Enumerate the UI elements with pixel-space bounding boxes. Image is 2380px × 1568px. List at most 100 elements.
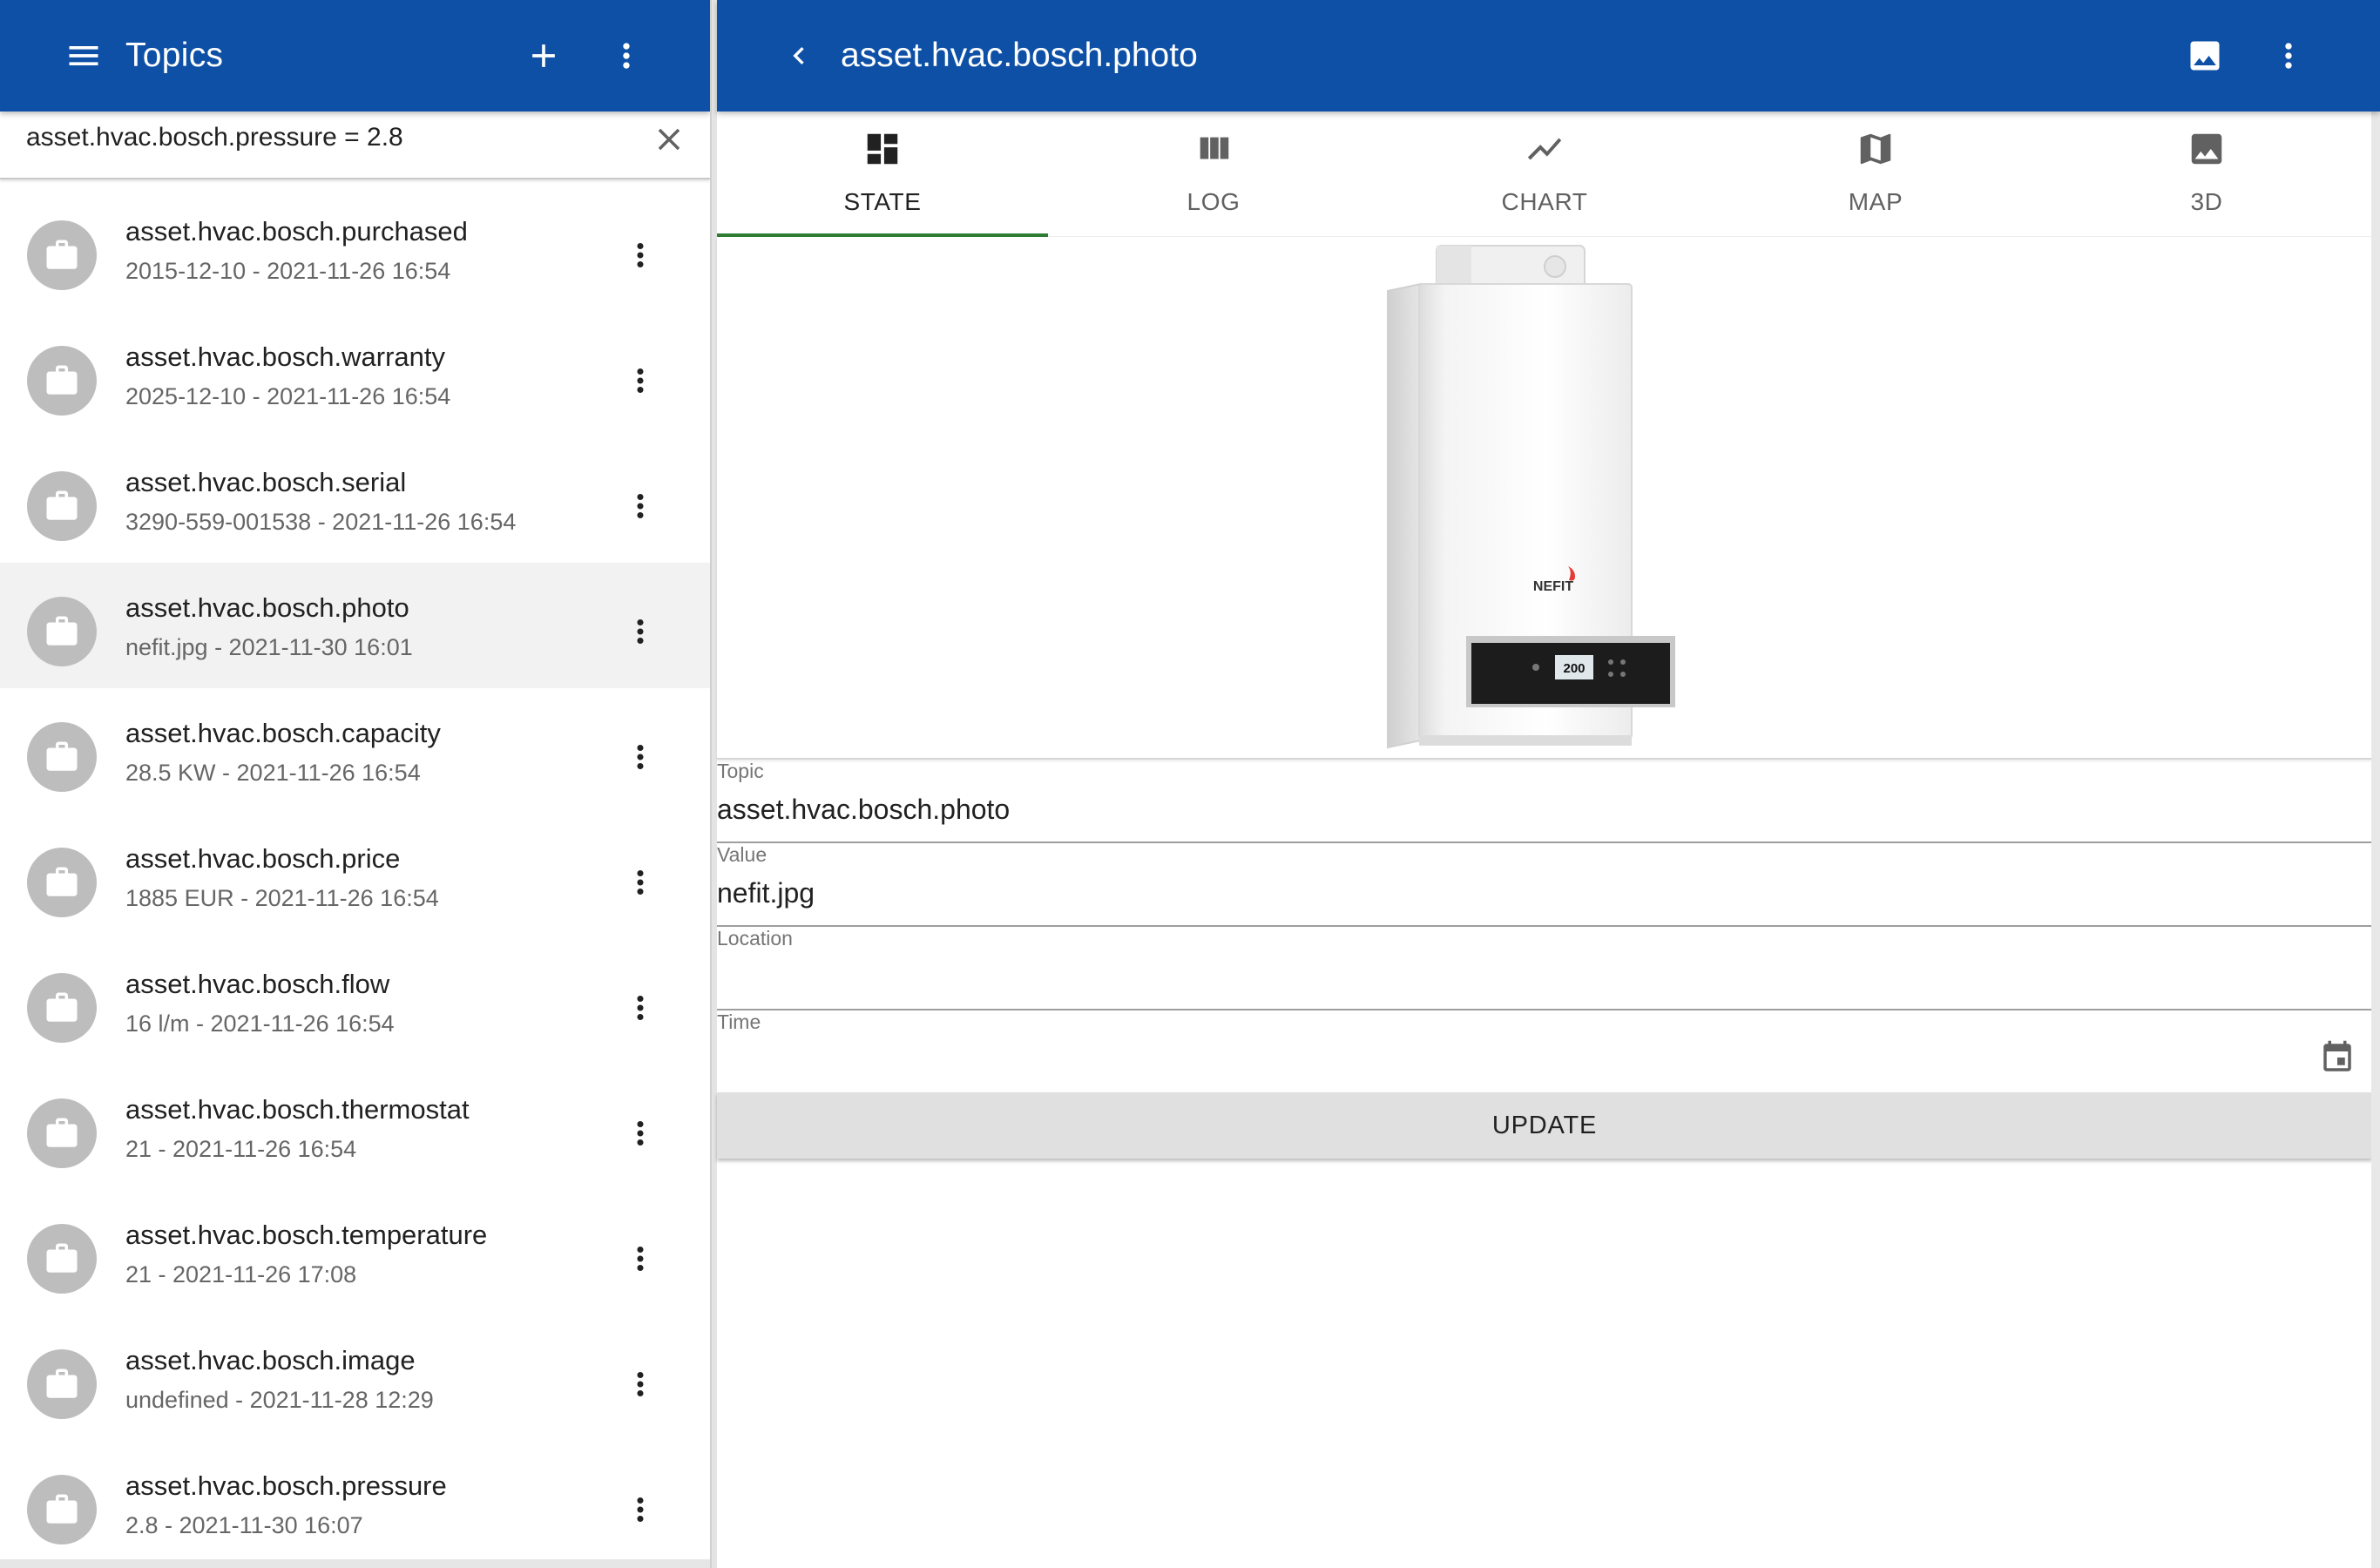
topic-name: asset.hvac.bosch.price xyxy=(125,843,401,874)
search-bar xyxy=(0,112,710,179)
topic-list-item[interactable]: asset.hvac.bosch.capacity 28.5 KW - 2021-… xyxy=(0,688,710,814)
topic-avatar xyxy=(27,220,97,290)
value-field: Value xyxy=(717,843,2372,927)
topic-avatar xyxy=(27,1224,97,1294)
update-button[interactable]: UPDATE xyxy=(717,1092,2372,1159)
show-chart-icon xyxy=(1527,138,1562,160)
detail-app-bar: asset.hvac.bosch.photo xyxy=(717,0,2380,112)
tab-3d-label: 3D xyxy=(2190,188,2223,215)
tab-chart-label: CHART xyxy=(1501,188,1588,215)
dashboard-icon xyxy=(867,133,898,165)
menu-icon xyxy=(69,46,98,65)
briefcase-icon xyxy=(46,1494,78,1524)
tab-map[interactable]: MAP xyxy=(1710,112,2041,237)
topic-more-button[interactable] xyxy=(610,1354,671,1415)
topic-more-button[interactable] xyxy=(610,977,671,1038)
tab-map-label: MAP xyxy=(1848,188,1903,215)
briefcase-icon xyxy=(46,240,78,269)
topic-more-button[interactable] xyxy=(610,852,671,913)
tab-log-label: LOG xyxy=(1187,188,1241,215)
topic-list-item[interactable]: asset.hvac.bosch.flow 16 l/m - 2021-11-26… xyxy=(0,939,710,1064)
topic-more-button[interactable] xyxy=(610,1103,671,1164)
image-icon xyxy=(2191,133,2222,165)
tab-3d[interactable]: 3D xyxy=(2041,112,2372,237)
topic-avatar xyxy=(27,597,97,666)
calendar-icon xyxy=(2323,1040,2351,1071)
topic-list-item[interactable]: asset.hvac.bosch.warranty 2025-12-10 - 20… xyxy=(0,312,710,437)
image-button[interactable] xyxy=(2174,24,2236,87)
more-vert-icon xyxy=(637,619,644,644)
more-vert-icon xyxy=(637,494,644,518)
calendar-button[interactable] xyxy=(2311,1031,2363,1084)
more-vert-icon xyxy=(637,1372,644,1396)
topic-field-label: Topic xyxy=(717,760,764,782)
topic-list-item[interactable]: asset.hvac.bosch.pressure 2.8 - 2021-11-3… xyxy=(0,1441,710,1566)
topic-more-button[interactable] xyxy=(610,1228,671,1289)
time-field: Time xyxy=(717,1010,2372,1094)
topic-name: asset.hvac.bosch.pressure xyxy=(125,1470,447,1501)
back-button[interactable] xyxy=(767,24,830,87)
topic-detail-pane: asset.hvac.bosch.photo STATE LOG CHART M… xyxy=(717,0,2380,1568)
topic-list-item[interactable]: asset.hvac.bosch.photo nefit.jpg - 2021-1… xyxy=(0,563,710,688)
briefcase-icon xyxy=(46,616,78,645)
topic-value-time: 21 - 2021-11-26 17:08 xyxy=(125,1261,357,1288)
topic-list-item[interactable]: asset.hvac.bosch.price 1885 EUR - 2021-11… xyxy=(0,814,710,939)
briefcase-icon xyxy=(46,1369,78,1398)
topic-list-item[interactable]: asset.hvac.bosch.image undefined - 2021-1… xyxy=(0,1315,710,1441)
topic-avatar xyxy=(27,973,97,1043)
topic-list-item[interactable]: asset.hvac.bosch.purchased 2015-12-10 - 2… xyxy=(0,186,710,312)
topic-value-time: 1885 EUR - 2021-11-26 16:54 xyxy=(125,885,439,911)
topic-list-item[interactable]: asset.hvac.bosch.thermostat 21 - 2021-11-… xyxy=(0,1064,710,1190)
briefcase-icon xyxy=(46,365,78,395)
close-icon xyxy=(658,128,680,151)
horizontal-scrollbar[interactable] xyxy=(0,1559,710,1568)
briefcase-icon xyxy=(46,741,78,771)
tab-log[interactable]: LOG xyxy=(1048,112,1379,237)
menu-button[interactable] xyxy=(52,24,115,87)
photo-card: NEFIT 200 xyxy=(717,237,2372,760)
topic-value-time: 21 - 2021-11-26 16:54 xyxy=(125,1136,357,1162)
briefcase-icon xyxy=(46,1118,78,1147)
topic-more-button[interactable] xyxy=(610,476,671,537)
pane-divider[interactable] xyxy=(710,0,717,1568)
topic-name: asset.hvac.bosch.flow xyxy=(125,969,390,999)
image-icon xyxy=(2190,41,2220,71)
topic-input[interactable] xyxy=(717,789,2198,829)
topic-more-button[interactable] xyxy=(610,225,671,286)
topic-avatar xyxy=(27,471,97,541)
topic-value-time: 2.8 - 2021-11-30 16:07 xyxy=(125,1512,363,1538)
value-input[interactable] xyxy=(717,873,2198,913)
clear-search-button[interactable] xyxy=(643,117,695,162)
more-vert-icon xyxy=(637,1121,644,1146)
topic-list: asset.hvac.bosch.purchased 2015-12-10 - 2… xyxy=(0,186,710,1566)
briefcase-icon xyxy=(46,490,78,520)
topic-name: asset.hvac.bosch.purchased xyxy=(125,216,468,247)
detail-more-button[interactable] xyxy=(2257,24,2320,87)
topic-name: asset.hvac.bosch.image xyxy=(125,1345,416,1375)
time-input[interactable] xyxy=(717,1040,2198,1080)
tab-state[interactable]: STATE xyxy=(717,112,1048,237)
topic-name: asset.hvac.bosch.temperature xyxy=(125,1220,488,1250)
briefcase-icon xyxy=(46,1243,78,1273)
topic-avatar xyxy=(27,346,97,416)
topic-value-time: 2015-12-10 - 2021-11-26 16:54 xyxy=(125,258,451,284)
tab-chart[interactable]: CHART xyxy=(1379,112,1710,237)
view-tabs: STATE LOG CHART MAP 3D xyxy=(717,112,2372,237)
search-input[interactable] xyxy=(26,118,636,157)
more-vert-icon xyxy=(637,870,644,895)
topic-value-time: 28.5 KW - 2021-11-26 16:54 xyxy=(125,760,421,786)
topic-more-button[interactable] xyxy=(610,350,671,411)
topic-more-button[interactable] xyxy=(610,601,671,662)
vertical-scrollbar[interactable] xyxy=(2371,0,2380,1568)
topic-list-item[interactable]: asset.hvac.bosch.serial 3290-559-001538 -… xyxy=(0,437,710,563)
topic-list-item[interactable]: asset.hvac.bosch.temperature 21 - 2021-11… xyxy=(0,1190,710,1315)
view-column-icon xyxy=(1200,137,1229,159)
location-input[interactable] xyxy=(717,956,2198,997)
topics-app-bar: Topics xyxy=(0,0,710,112)
topic-more-button[interactable] xyxy=(610,1479,671,1540)
topic-more-button[interactable] xyxy=(610,727,671,787)
topics-title: Topics xyxy=(125,37,224,74)
add-icon xyxy=(532,44,555,67)
topics-more-button[interactable] xyxy=(595,24,658,87)
add-topic-button[interactable] xyxy=(512,24,575,87)
